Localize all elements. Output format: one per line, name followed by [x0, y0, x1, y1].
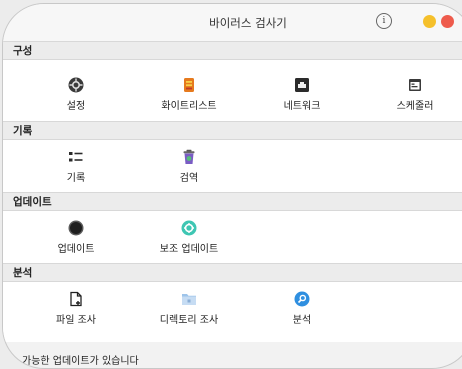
folder-scan-label: 디렉토리 조사	[159, 315, 219, 326]
info-icon[interactable]: i	[376, 13, 392, 29]
app-window: 바이러스 검사기 i 구성 설정 화이트리스트 네트워크 스케줄러 기록 기록 …	[2, 3, 462, 369]
whitelist-icon	[184, 78, 194, 92]
scheduler-button[interactable]: 스케줄러	[370, 77, 460, 112]
close-button[interactable]	[441, 15, 454, 28]
history-button[interactable]: 기록	[31, 149, 121, 184]
file-scan-icon	[70, 291, 82, 307]
section-header-update: 업데이트	[3, 192, 462, 211]
window-title: 바이러스 검사기	[209, 16, 287, 30]
assist-update-label: 보조 업데이트	[159, 244, 219, 255]
section-update: 업데이트 보조 업데이트	[3, 211, 462, 263]
search-icon	[294, 291, 310, 307]
quarantine-button[interactable]: 검역	[144, 149, 234, 184]
whitelist-button[interactable]: 화이트리스트	[144, 77, 234, 112]
settings-icon	[68, 77, 84, 93]
update-button[interactable]: 업데이트	[31, 220, 121, 255]
history-label: 기록	[66, 173, 86, 184]
update-icon	[68, 220, 84, 236]
file-scan-label: 파일 조사	[56, 315, 96, 326]
section-analysis: 파일 조사 디렉토리 조사 분석	[3, 282, 462, 342]
analysis-button[interactable]: 분석	[257, 291, 347, 326]
whitelist-label: 화이트리스트	[161, 101, 217, 112]
quarantine-label: 검역	[179, 173, 199, 184]
network-icon	[295, 78, 309, 92]
scheduler-label: 스케줄러	[396, 101, 434, 112]
folder-scan-icon	[182, 294, 196, 305]
network-button[interactable]: 네트워크	[257, 77, 347, 112]
section-header-history: 기록	[3, 121, 462, 140]
section-history: 기록 검역	[3, 140, 462, 192]
folder-scan-button[interactable]: 디렉토리 조사	[144, 291, 234, 326]
title-bar: 바이러스 검사기 i	[3, 4, 462, 42]
section-header-analysis: 분석	[3, 263, 462, 282]
assist-update-button[interactable]: 보조 업데이트	[144, 220, 234, 255]
status-message: 가능한 업데이트가 있습니다	[22, 356, 139, 367]
scheduler-icon	[409, 79, 421, 91]
assist-update-icon	[181, 220, 197, 236]
history-icon	[69, 152, 83, 162]
analysis-label: 분석	[292, 315, 312, 326]
update-label: 업데이트	[57, 244, 95, 255]
settings-label: 설정	[66, 101, 86, 112]
network-label: 네트워크	[283, 101, 321, 112]
section-header-config: 구성	[3, 41, 462, 60]
minimize-button[interactable]	[423, 15, 436, 28]
quarantine-icon	[183, 149, 195, 164]
section-config: 설정 화이트리스트 네트워크 스케줄러	[3, 60, 462, 121]
settings-button[interactable]: 설정	[31, 77, 121, 112]
file-scan-button[interactable]: 파일 조사	[31, 291, 121, 326]
